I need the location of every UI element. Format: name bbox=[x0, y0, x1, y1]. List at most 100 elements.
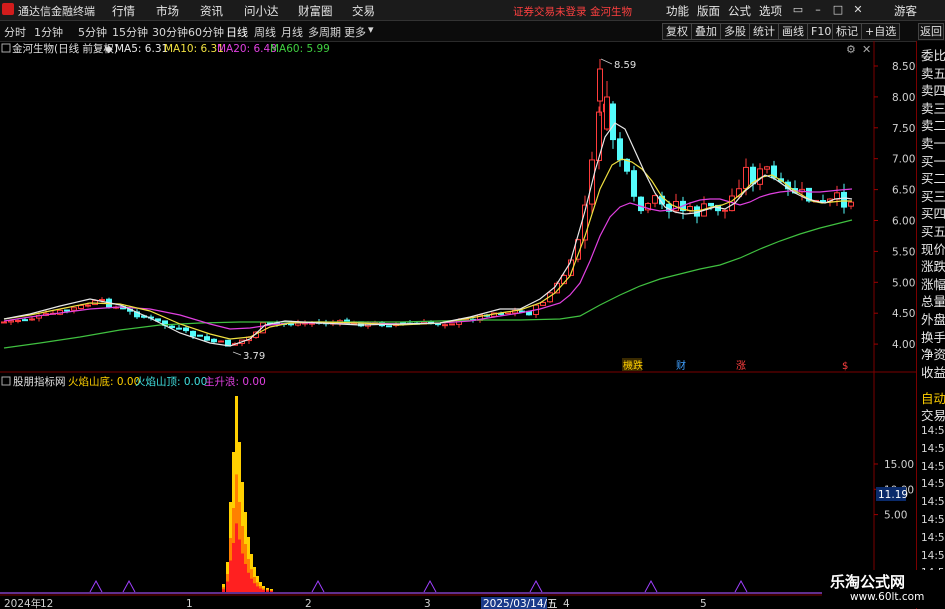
period-15min[interactable]: 15分钟 bbox=[112, 24, 148, 40]
period-30min[interactable]: 30分钟 bbox=[152, 24, 188, 40]
indicator-axis-label: 5.00 bbox=[884, 510, 907, 522]
date-label-2024: 2024年 bbox=[4, 597, 41, 609]
signal-triangle bbox=[89, 579, 103, 593]
flame-histogram bbox=[222, 396, 273, 592]
candle-body bbox=[617, 138, 623, 161]
menu-jiaoyi[interactable]: 交易 bbox=[352, 3, 375, 19]
period-monthly[interactable]: 月线 bbox=[281, 24, 303, 40]
fuquan-button[interactable]: 复权 bbox=[662, 23, 692, 40]
price-axis-label: 5.00 bbox=[892, 277, 915, 289]
minimize-icon[interactable]: – bbox=[810, 2, 826, 17]
price-axis-label: 7.00 bbox=[892, 154, 915, 166]
candle-body bbox=[22, 319, 28, 322]
quote-row-15: 外盘 bbox=[921, 312, 945, 327]
period-more[interactable]: 更多 bbox=[344, 24, 366, 40]
date-label-3: 3 bbox=[424, 598, 431, 609]
indicator-zhushenglang: 主升浪: 0.00 bbox=[204, 375, 266, 388]
multistock-button[interactable]: 多股 bbox=[720, 23, 750, 40]
menu-xuanxiang[interactable]: 选项 bbox=[759, 3, 782, 19]
flame-bar bbox=[262, 589, 265, 592]
menu-wenxiaoda[interactable]: 问小达 bbox=[244, 3, 279, 19]
indicator-axis-label: 15.00 bbox=[884, 459, 914, 471]
site-watermark: 乐淘公式网 www.60lt.com bbox=[822, 570, 944, 608]
cursor-date-label: 2025/03/14/五 bbox=[483, 598, 558, 609]
trade-login-notice[interactable]: 证券交易未登录 bbox=[513, 4, 587, 19]
watermark-title: 乐淘公式网 bbox=[830, 573, 906, 591]
candle-body bbox=[183, 327, 189, 332]
period-5min[interactable]: 5分钟 bbox=[78, 24, 107, 40]
candle-body bbox=[638, 196, 644, 212]
window-menu-icon[interactable]: ▭ bbox=[790, 2, 806, 17]
guest-label[interactable]: 游客 bbox=[894, 3, 917, 19]
indicator-huoyanshan-ding: 火焰山顶: 0.00 bbox=[135, 375, 207, 388]
quote-row-8: 买三 bbox=[921, 188, 945, 204]
candle-body bbox=[204, 336, 210, 341]
menu-gongneng[interactable]: 功能 bbox=[666, 3, 689, 19]
quote-row-12: 涨跌 bbox=[921, 259, 945, 275]
menu-caifuquan[interactable]: 财富圈 bbox=[298, 3, 333, 19]
period-daily[interactable]: 日线 bbox=[226, 24, 248, 40]
period-1min[interactable]: 1分钟 bbox=[34, 24, 63, 40]
period-weekly[interactable]: 周线 bbox=[254, 24, 276, 40]
quote-row-0: 委比 bbox=[921, 48, 945, 63]
quote-row-2: 卖四 bbox=[921, 83, 945, 99]
current-value-badge: 11.19 bbox=[878, 489, 908, 501]
candle-body bbox=[708, 202, 714, 207]
menu-hangqing[interactable]: 行情 bbox=[112, 3, 135, 19]
signal-triangle bbox=[529, 579, 543, 593]
price-axis-label: 8.00 bbox=[892, 92, 915, 104]
menu-banmian[interactable]: 版面 bbox=[697, 3, 720, 19]
period-fenshi[interactable]: 分时 bbox=[4, 24, 26, 40]
date-label-12: 12 bbox=[40, 598, 53, 609]
flame-bar bbox=[226, 581, 229, 592]
quote-row-18: 收益 bbox=[921, 364, 945, 380]
event-tag-cai: 财 bbox=[676, 359, 686, 372]
tab-trade[interactable]: 交易 bbox=[921, 405, 945, 424]
flame-bar bbox=[256, 586, 259, 592]
ma60-label: MA60: 5.99 bbox=[270, 43, 330, 55]
price-axis-label: 6.50 bbox=[892, 185, 915, 197]
period-multi[interactable]: 多周期 bbox=[308, 24, 341, 40]
menu-shichang[interactable]: 市场 bbox=[156, 3, 179, 19]
candle-body bbox=[169, 325, 175, 329]
price-axis-label: 4.00 bbox=[892, 339, 915, 351]
price-axis-label: 4.50 bbox=[892, 308, 915, 320]
date-label-2: 2 bbox=[305, 598, 312, 609]
app-title: 通达信金融终端 bbox=[18, 5, 95, 18]
chevron-down-icon[interactable]: ▾ bbox=[368, 23, 374, 36]
price-axis: 8.50 8.00 7.50 7.00 6.50 6.00 5.50 5.00 4.50 4.00 bbox=[874, 61, 915, 351]
quote-row-4: 卖二 bbox=[921, 118, 945, 134]
overlay-button[interactable]: 叠加 bbox=[691, 23, 721, 40]
candle-body bbox=[722, 209, 728, 212]
candlestick-series bbox=[1, 59, 854, 347]
quote-row-7: 买二 bbox=[921, 171, 945, 187]
mark-button[interactable]: 标记 bbox=[832, 23, 862, 40]
ma5-label: MA5: 6.31 bbox=[115, 43, 168, 55]
candle-body bbox=[99, 299, 105, 302]
candle-body bbox=[71, 307, 77, 311]
period-bar: 分时 1分钟 5分钟 15分钟 30分钟 60分钟 日线 周线 月线 多周期 更… bbox=[0, 21, 945, 42]
ma5-line bbox=[3, 122, 853, 347]
stats-button[interactable]: 统计 bbox=[749, 23, 779, 40]
menu-gongshi[interactable]: 公式 bbox=[728, 3, 751, 19]
signal-triangle bbox=[734, 579, 748, 593]
flame-bar bbox=[241, 553, 244, 592]
draw-button[interactable]: 画线 bbox=[778, 23, 808, 40]
stock-name-link[interactable]: 金河生物 bbox=[590, 4, 632, 19]
candle-body bbox=[29, 318, 35, 321]
chart-area[interactable]: 金河生物(日线 前复权) ◆ MA5: 6.31 MA10: 6.31 MA20… bbox=[0, 41, 916, 609]
price-axis-label: 8.50 bbox=[892, 61, 915, 73]
candle-body bbox=[820, 200, 826, 203]
maximize-icon[interactable]: □ bbox=[830, 2, 846, 17]
add-watchlist-button[interactable]: +自选 bbox=[861, 23, 901, 40]
trade-time-5: 14:56 bbox=[921, 514, 945, 526]
menu-bar: 通达信金融终端 行情 市场 资讯 问小达 财富圈 交易 证券交易未登录 金河生物… bbox=[0, 0, 945, 21]
menu-zixun[interactable]: 资讯 bbox=[200, 3, 223, 19]
candle-body bbox=[190, 330, 196, 337]
quote-row-6: 买一 bbox=[921, 153, 945, 169]
candle-body bbox=[449, 323, 455, 326]
period-60min[interactable]: 60分钟 bbox=[188, 24, 224, 40]
back-button[interactable]: 返回 bbox=[918, 23, 944, 40]
date-label-5: 5 bbox=[700, 598, 707, 609]
close-icon[interactable]: ✕ bbox=[850, 2, 866, 17]
